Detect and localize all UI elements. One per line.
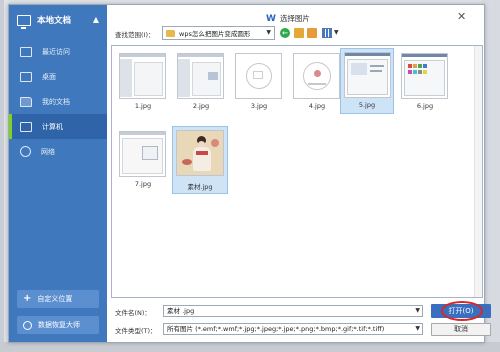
filename-value: 素材 .jpg bbox=[167, 307, 195, 315]
file-name: 4.jpg bbox=[308, 102, 326, 110]
file-name: 3.jpg bbox=[250, 102, 268, 110]
chevron-down-icon: ▼ bbox=[266, 29, 271, 36]
custom-location-button[interactable]: + 自定义位置 bbox=[17, 290, 99, 308]
sidebar: 本地文档 ▲ 最近访问 桌面 我的文档 计算机 网络 + 自定义位置 数据恢复大… bbox=[9, 5, 107, 342]
chevron-down-icon[interactable]: ▼ bbox=[415, 324, 420, 334]
custom-location-label: 自定义位置 bbox=[37, 295, 73, 303]
view-menu-chevron-icon[interactable]: ▼ bbox=[334, 29, 339, 36]
background-bottom bbox=[0, 342, 500, 352]
file-item[interactable]: 3.jpg bbox=[232, 50, 286, 116]
sidebar-item-label: 网络 bbox=[41, 147, 55, 156]
file-name: 5.jpg bbox=[358, 101, 376, 109]
dialog-title-text: 选择图片 bbox=[279, 14, 310, 23]
vertical-scrollbar[interactable] bbox=[474, 46, 482, 297]
sidebar-item-label: 计算机 bbox=[42, 122, 63, 131]
file-name: 素材.jpg bbox=[187, 183, 213, 191]
filename-label: 文件名(N)： bbox=[115, 309, 151, 317]
folder-icon bbox=[20, 96, 32, 107]
data-recovery-button[interactable]: 数据恢复大师 bbox=[17, 316, 99, 334]
thumbnail bbox=[235, 53, 282, 99]
sidebar-item-my-documents[interactable]: 我的文档 bbox=[9, 89, 107, 114]
sidebar-header[interactable]: 本地文档 ▲ bbox=[9, 5, 107, 35]
sidebar-items: 最近访问 桌面 我的文档 计算机 网络 bbox=[9, 39, 107, 164]
close-icon[interactable]: ✕ bbox=[457, 10, 466, 23]
thumbnail bbox=[293, 53, 340, 99]
sidebar-item-label: 最近访问 bbox=[42, 47, 70, 56]
file-name: 7.jpg bbox=[134, 180, 152, 188]
file-item[interactable]: 7.jpg bbox=[116, 128, 170, 194]
back-icon[interactable]: ← bbox=[280, 28, 290, 38]
file-name: 6.jpg bbox=[416, 102, 434, 110]
wps-icon: W bbox=[266, 13, 276, 24]
filename-input[interactable]: 素材 .jpg ▼ bbox=[163, 305, 423, 317]
monitor-icon bbox=[17, 14, 31, 29]
cancel-button[interactable]: 取消 bbox=[431, 323, 491, 336]
filetype-label: 文件类型(T)： bbox=[115, 327, 157, 335]
look-in-label: 查找范围(I)： bbox=[115, 31, 155, 39]
thumbnail bbox=[176, 130, 224, 176]
sidebar-item-label: 桌面 bbox=[42, 72, 56, 81]
file-item[interactable]: 5.jpg bbox=[340, 48, 394, 114]
recovery-icon bbox=[23, 320, 32, 330]
file-name: 1.jpg bbox=[134, 102, 152, 110]
sidebar-item-computer[interactable]: 计算机 bbox=[9, 114, 107, 139]
sidebar-item-recent[interactable]: 最近访问 bbox=[9, 39, 107, 64]
file-item[interactable]: 6.jpg bbox=[398, 50, 452, 116]
file-name: 2.jpg bbox=[192, 102, 210, 110]
computer-icon bbox=[20, 121, 32, 132]
look-in-dropdown[interactable]: wps怎么把图片变成圆形 ▼ bbox=[162, 26, 275, 40]
thumbnail bbox=[401, 53, 448, 99]
sidebar-item-desktop[interactable]: 桌面 bbox=[9, 64, 107, 89]
file-item[interactable]: 1.jpg bbox=[116, 50, 170, 116]
thumbnail bbox=[177, 53, 224, 99]
plus-icon: + bbox=[23, 293, 32, 304]
new-folder-icon[interactable] bbox=[307, 28, 317, 38]
view-menu-icon[interactable] bbox=[322, 28, 332, 38]
thumbnail bbox=[344, 52, 391, 98]
chevron-up-icon[interactable]: ▲ bbox=[93, 15, 99, 24]
dialog-title: W 选择图片 bbox=[266, 13, 310, 24]
sidebar-item-label: 我的文档 bbox=[42, 97, 70, 106]
folder-icon bbox=[166, 29, 175, 37]
chevron-down-icon[interactable]: ▼ bbox=[415, 306, 420, 316]
file-item[interactable]: 4.jpg bbox=[290, 50, 344, 116]
background-left bbox=[0, 0, 4, 352]
file-list[interactable]: 1.jpg 2.jpg 3.jpg 4.jpg 5.jpg 6.jpg 7.jp… bbox=[111, 45, 483, 298]
choose-image-dialog: 本地文档 ▲ 最近访问 桌面 我的文档 计算机 网络 + 自定义位置 数据恢复大… bbox=[8, 4, 491, 343]
thumbnail bbox=[119, 131, 166, 177]
sidebar-item-network[interactable]: 网络 bbox=[9, 139, 107, 164]
current-folder: wps怎么把图片变成圆形 bbox=[179, 30, 251, 38]
desktop-icon bbox=[20, 71, 32, 82]
sidebar-header-label: 本地文档 bbox=[37, 16, 72, 26]
network-icon bbox=[20, 146, 31, 157]
annotation-circle bbox=[441, 301, 483, 321]
file-item[interactable]: 2.jpg bbox=[174, 50, 228, 116]
filetype-value: 所有图片 (*.emf;*.wmf;*.jpg;*.jpeg;*.jpe;*.p… bbox=[167, 325, 385, 333]
data-recovery-label: 数据恢复大师 bbox=[38, 321, 80, 329]
file-item[interactable]: 素材.jpg bbox=[172, 126, 228, 194]
recent-icon bbox=[20, 46, 32, 57]
thumbnail bbox=[119, 53, 166, 99]
filetype-select[interactable]: 所有图片 (*.emf;*.wmf;*.jpg;*.jpeg;*.jpe;*.p… bbox=[163, 323, 423, 335]
up-folder-icon[interactable] bbox=[294, 28, 304, 38]
